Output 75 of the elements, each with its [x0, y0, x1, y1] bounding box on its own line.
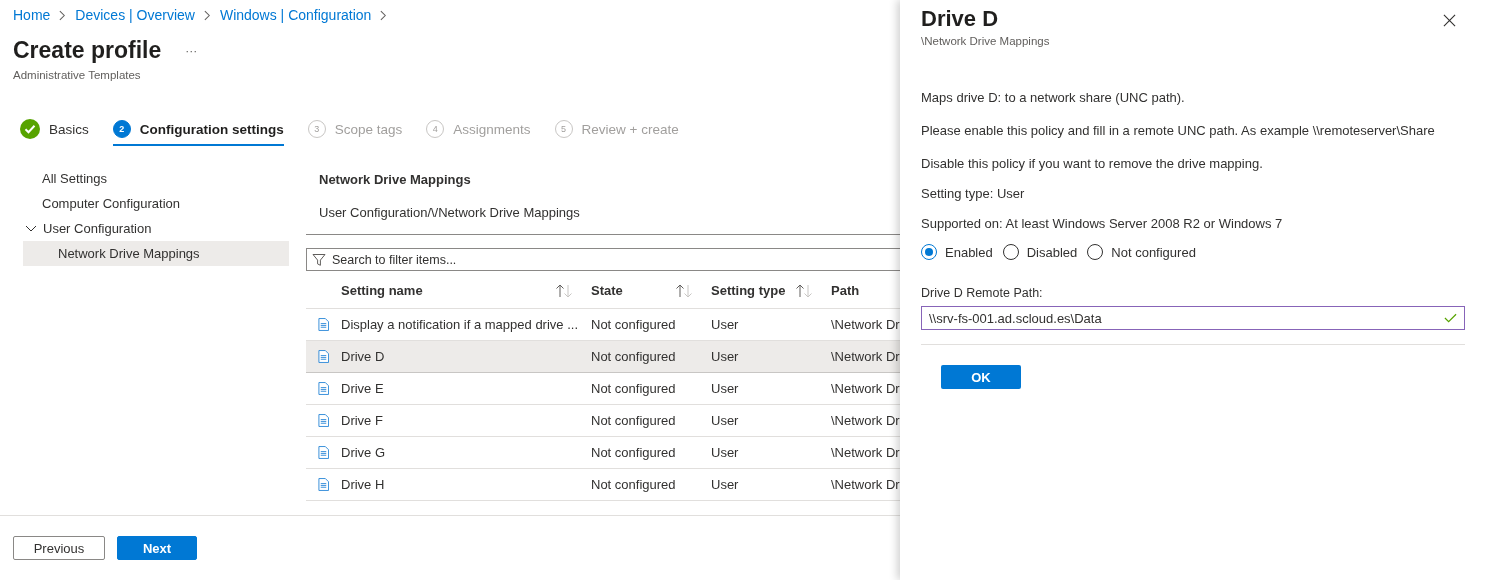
table-cell: Drive F	[341, 413, 383, 428]
radio-option[interactable]: Enabled	[921, 244, 993, 260]
table-cell: Drive G	[341, 445, 386, 460]
document-icon	[318, 350, 329, 363]
table-cell: Not configured	[591, 445, 676, 460]
table-cell: User	[711, 317, 739, 332]
table-cell: \Network Dr	[831, 445, 900, 460]
ok-button[interactable]: OK	[941, 365, 1021, 389]
table-row[interactable]: Drive D Not configured User \Network Dr	[306, 341, 900, 373]
table-cell: Not configured	[591, 477, 676, 492]
chevron-down-icon	[25, 224, 37, 233]
document-icon	[318, 382, 329, 395]
sort-icon[interactable]	[675, 283, 693, 298]
table-cell: User	[711, 349, 739, 364]
description-text: Please enable this policy and fill in a remote UNC path. As example \\remoteserver\Share	[921, 123, 1436, 138]
remote-path-field[interactable]: \\srv-fs-001.ad.scloud.es\Data	[921, 306, 1465, 330]
page-title: Create profile	[13, 37, 162, 64]
document-icon	[318, 478, 329, 491]
table-cell: \Network Dr	[831, 317, 900, 332]
panel-title: Drive D	[921, 6, 1000, 32]
table-cell: Not configured	[591, 349, 676, 364]
description-text: Disable this policy if you want to remove the drive mapping.	[921, 156, 1264, 171]
field-label: Drive D Remote Path:	[921, 286, 1044, 300]
radio-option[interactable]: Not configured	[1087, 244, 1196, 260]
close-icon[interactable]	[1443, 14, 1456, 27]
chevron-right-icon	[59, 9, 67, 21]
check-circle-icon	[20, 119, 40, 139]
more-button[interactable]: ···	[183, 43, 200, 58]
table-cell: User	[711, 413, 739, 428]
breadcrumb-link[interactable]: Home	[13, 7, 51, 23]
table-cell: Not configured	[591, 413, 676, 428]
radio-option[interactable]: Disabled	[1002, 244, 1078, 260]
wizard-step[interactable]: 2 Configuration settings	[112, 112, 284, 146]
table-cell: Drive E	[341, 381, 384, 396]
column-header[interactable]: State	[591, 283, 623, 298]
sort-icon[interactable]	[795, 283, 813, 298]
tree-item[interactable]: Network Drive Mappings	[23, 241, 289, 266]
breadcrumb-link[interactable]: Windows | Configuration	[219, 7, 372, 23]
column-header[interactable]: Path	[831, 283, 860, 298]
wizard-step[interactable]: Basics	[20, 112, 89, 146]
table-cell: \Network Dr	[831, 381, 900, 396]
breadcrumb-link[interactable]: Devices | Overview	[75, 7, 195, 23]
table-cell: Not configured	[591, 381, 676, 396]
next-button[interactable]: Next	[117, 536, 197, 560]
section-title: Network Drive Mappings	[318, 172, 472, 187]
document-icon	[318, 414, 329, 427]
filter-icon	[312, 253, 326, 267]
table-cell: User	[711, 445, 739, 460]
column-header[interactable]: Setting name	[341, 283, 423, 298]
page-subtitle: Administrative Templates	[13, 69, 142, 81]
description-text: Maps drive D: to a network share (UNC path).	[921, 90, 1186, 105]
table-cell: \Network Dr	[831, 349, 900, 364]
document-icon	[318, 446, 329, 459]
table-cell: \Network Dr	[831, 477, 900, 492]
detail-text: Setting type: User	[921, 186, 1026, 201]
tree-item[interactable]: All Settings	[23, 166, 289, 191]
table-cell: Not configured	[591, 317, 676, 332]
section-path: User Configuration/\/Network Drive Mappings	[318, 205, 581, 220]
sort-icon[interactable]	[555, 283, 573, 298]
table-cell: User	[711, 477, 739, 492]
search-field[interactable]: Search to filter items...	[306, 248, 900, 271]
table-cell: \Network Dr	[831, 413, 900, 428]
detail-text: Supported on: At least Windows Server 2008 R2 or Windows 7	[921, 216, 1284, 231]
tree-item[interactable]: User Configuration	[23, 216, 289, 241]
table-cell: Display a notification if a mapped drive ...	[341, 317, 578, 332]
chevron-right-icon	[203, 9, 211, 21]
column-header[interactable]: Setting type	[711, 283, 786, 298]
chevron-right-icon	[380, 9, 388, 21]
document-icon	[318, 318, 329, 331]
panel-subtitle: \Network Drive Mappings	[921, 35, 1050, 47]
table-cell: Drive D	[341, 349, 385, 364]
tree-item[interactable]: Computer Configuration	[23, 191, 289, 216]
table-cell: Drive H	[341, 477, 385, 492]
table-cell: User	[711, 381, 739, 396]
previous-button[interactable]: Previous	[13, 536, 105, 560]
